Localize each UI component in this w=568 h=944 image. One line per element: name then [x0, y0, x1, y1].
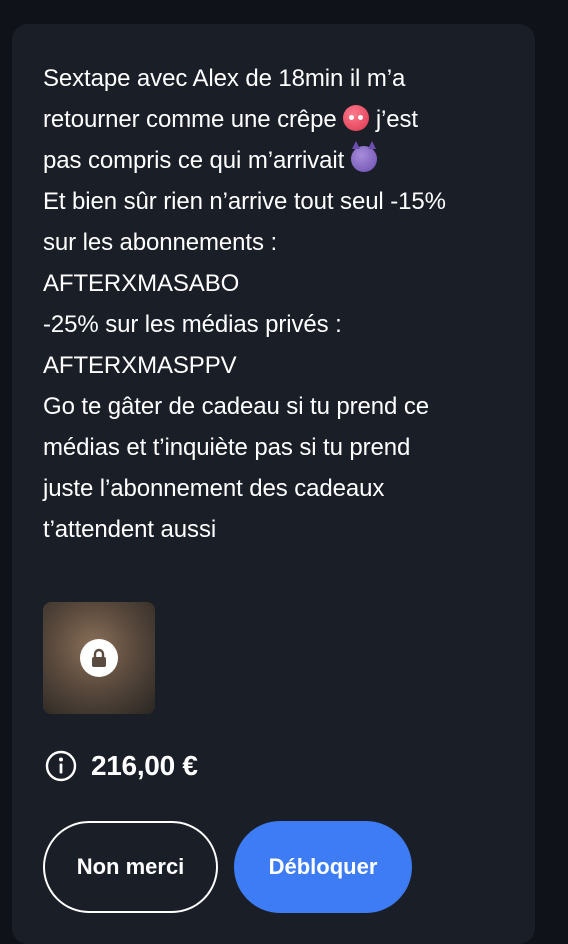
message-line-text: Go te gâter de cadeau si tu prend ce — [43, 393, 429, 420]
message-line: Sextape avec Alex de 18min il m’a — [43, 58, 513, 99]
message-card: Sextape avec Alex de 18min il m’a retour… — [12, 24, 535, 944]
message-line-text: juste l’abonnement des cadeaux — [43, 475, 385, 502]
message-line: pas compris ce qui m’arrivait — [43, 140, 513, 181]
message-line-text: Sextape avec Alex de 18min il m’a — [43, 65, 406, 92]
promo-code-subscription: AFTERXMASABO — [43, 263, 513, 304]
lock-badge — [80, 639, 118, 677]
message-line-text: Et bien sûr rien n’arrive tout seul -15% — [43, 188, 446, 215]
message-line: sur les abonnements : — [43, 222, 513, 263]
message-line-text: -25% sur les médias privés : — [43, 311, 342, 338]
message-line: juste l’abonnement des cadeaux — [43, 468, 513, 509]
message-line: médias et t’inquiète pas si tu prend — [43, 427, 513, 468]
message-line-text: pas compris ce qui m’arrivait — [43, 147, 345, 174]
message-line-text: retourner comme une crêpe — [43, 106, 337, 133]
message-line: retourner comme une crêpe j’est — [43, 99, 513, 140]
unlock-button[interactable]: Débloquer — [234, 821, 412, 913]
info-icon[interactable] — [45, 750, 77, 782]
message-line: t’attendent aussi — [43, 509, 513, 550]
price-amount: 216,00 € — [91, 750, 198, 781]
message-line-text: sur les abonnements : — [43, 229, 278, 256]
decline-button[interactable]: Non merci — [43, 821, 218, 913]
smiling-devil-emoji-icon — [350, 141, 377, 172]
message-line-text: j’est — [375, 106, 418, 133]
hot-face-emoji-icon — [343, 105, 370, 131]
unlock-button-label: Débloquer — [268, 854, 378, 879]
promo-code-ppv: AFTERXMASPPV — [43, 345, 513, 386]
message-line-text: t’attendent aussi — [43, 516, 217, 543]
message-line: -25% sur les médias privés : — [43, 304, 513, 345]
message-line: Go te gâter de cadeau si tu prend ce — [43, 386, 513, 427]
lock-icon — [92, 648, 106, 667]
decline-button-label: Non merci — [76, 854, 185, 879]
message-line: Et bien sûr rien n’arrive tout seul -15% — [43, 181, 513, 222]
message-line-text: AFTERXMASABO — [43, 270, 240, 297]
price-row: 216,00 € — [45, 750, 198, 782]
locked-media-thumbnail[interactable] — [43, 602, 155, 714]
message-text: Sextape avec Alex de 18min il m’a retour… — [43, 58, 513, 550]
message-line-text: médias et t’inquiète pas si tu prend — [43, 434, 411, 461]
message-line-text: AFTERXMASPPV — [43, 352, 237, 379]
